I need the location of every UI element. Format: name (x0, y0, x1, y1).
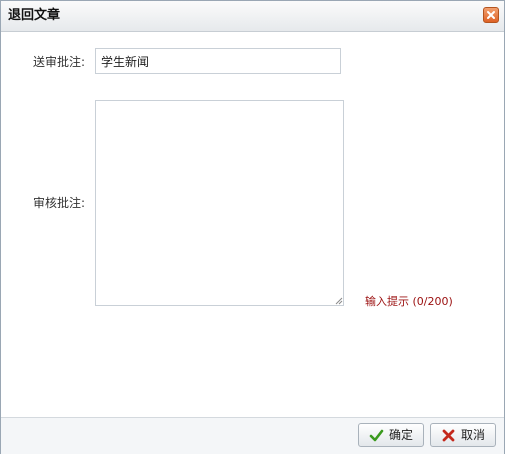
check-icon (369, 429, 384, 442)
dialog-footer: 确定 取消 (1, 417, 504, 454)
dialog-title: 退回文章 (8, 8, 61, 23)
remark-input[interactable] (95, 48, 341, 74)
close-button[interactable] (483, 7, 499, 23)
dialog-body: 送审批注: 审核批注: 输入提示 (0/200) (1, 32, 504, 417)
review-label: 审核批注: (32, 196, 85, 210)
cancel-button-label: 取消 (461, 428, 486, 442)
cancel-button[interactable]: 取消 (430, 423, 496, 447)
return-article-dialog: 退回文章 送审批注: 审核批注: 输入提示 (0/200) 确定 取消 (0, 0, 505, 454)
cross-icon (442, 429, 455, 442)
dialog-titlebar[interactable]: 退回文章 (1, 1, 504, 32)
input-hint: 输入提示 (0/200) (365, 295, 453, 308)
close-icon (487, 11, 495, 19)
ok-button-label: 确定 (389, 428, 414, 442)
review-textarea[interactable] (95, 100, 344, 306)
remark-label: 送审批注: (32, 55, 85, 69)
resize-grip-icon[interactable] (334, 296, 343, 305)
ok-button[interactable]: 确定 (358, 423, 424, 447)
